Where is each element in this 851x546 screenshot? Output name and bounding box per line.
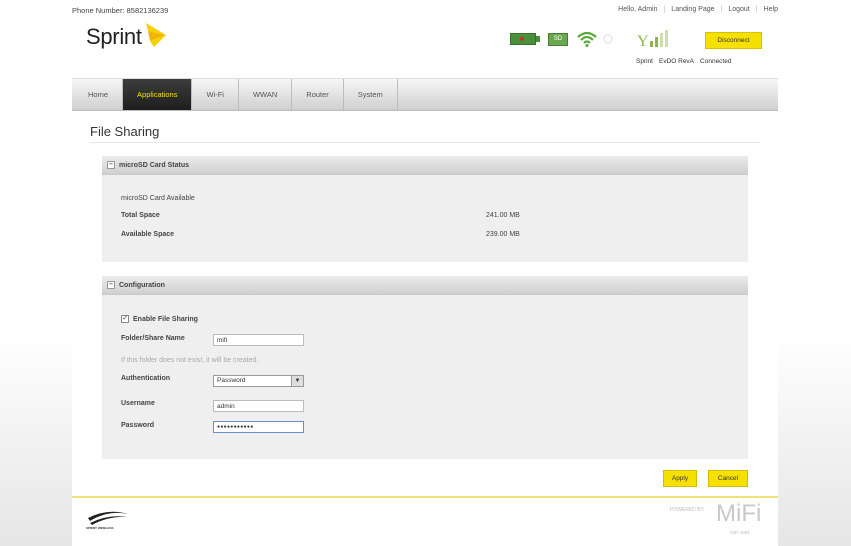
collapse-icon[interactable]: – [107, 161, 115, 169]
network-status: Sprint EvDO RevA Connected [636, 58, 737, 65]
footer-brand-text: SPRINT WIRELESS [86, 526, 114, 530]
sd-status-panel: – microSD Card Status microSD Card Avail… [102, 156, 748, 262]
connection-status: Connected [700, 58, 732, 65]
configuration-title: Configuration [119, 281, 165, 289]
tab-home[interactable]: Home [72, 79, 124, 110]
tab-router[interactable]: Router [292, 79, 344, 110]
wifi-icon [577, 31, 597, 47]
password-label: Password [121, 422, 155, 429]
status-icons: ♥ SD Y [510, 29, 669, 49]
top-links: Hello, Admin | Landing Page | Logout | H… [618, 6, 778, 13]
available-space-label: Available Space [121, 231, 175, 238]
svg-text:Y: Y [637, 33, 649, 49]
divider: | [720, 6, 723, 13]
greeting: Hello, Admin [618, 6, 658, 13]
available-space-value: 239.00 MB [486, 231, 520, 238]
divider: | [755, 6, 758, 13]
username-label: Username [121, 400, 155, 407]
phone-number: Phone Number: 8582136239 [72, 6, 169, 15]
mifi-logo: MiFi [716, 500, 762, 527]
logo-text: Sprint [86, 24, 142, 49]
sprint-wireless-logo-icon [88, 511, 128, 525]
sd-availability: microSD Card Available [121, 195, 195, 202]
share-name-label: Folder/Share Name [121, 335, 185, 342]
battery-icon: ♥ [510, 33, 540, 45]
authentication-select[interactable]: Password ▼ [213, 375, 304, 387]
password-input[interactable]: ●●●●●●●●●●● [213, 421, 304, 433]
cancel-button[interactable]: Cancel [708, 470, 748, 487]
page-title: File Sharing [90, 124, 160, 139]
help-link[interactable]: Help [764, 6, 778, 13]
authentication-label: Authentication [121, 375, 170, 382]
enable-file-sharing-label: Enable File Sharing [133, 315, 198, 323]
powered-by-text: POWERED BY [670, 507, 704, 513]
share-name-input[interactable] [213, 334, 304, 346]
main-nav: Home Applications Wi-Fi WWAN Router Syst… [72, 78, 778, 111]
app-shell: Phone Number: 8582136239 Hello, Admin | … [72, 0, 778, 546]
apply-button[interactable]: Apply [663, 470, 697, 487]
username-input[interactable] [213, 400, 304, 412]
footer: SPRINT WIRELESS POWERED BY MiFi MiFi 408… [72, 498, 778, 546]
sd-card-icon: SD [548, 32, 568, 46]
sprint-wing-icon [145, 23, 166, 47]
chevron-down-icon: ▼ [291, 376, 303, 386]
logout-link[interactable]: Logout [728, 6, 749, 13]
configuration-header: – Configuration [102, 276, 748, 295]
sd-status-header: – microSD Card Status [102, 156, 748, 175]
collapse-icon[interactable]: – [107, 281, 115, 289]
total-space-label: Total Space [121, 212, 160, 219]
model-number: MiFi 4082 [730, 530, 750, 535]
tab-applications[interactable]: Applications [123, 79, 193, 110]
tab-wwan[interactable]: WWAN [239, 79, 293, 110]
title-divider [90, 142, 760, 143]
sprint-logo: Sprint [86, 23, 170, 50]
divider: | [663, 6, 666, 13]
disconnect-button[interactable]: Disconnect [705, 32, 762, 49]
enable-file-sharing-row: ✓ Enable File Sharing [121, 315, 198, 323]
signal-strength-icon: Y [637, 30, 668, 49]
tab-system[interactable]: System [344, 79, 398, 110]
sd-status-title: microSD Card Status [119, 161, 190, 169]
authentication-value: Password [217, 377, 246, 384]
network-technology: EvDO RevA [658, 58, 695, 65]
enable-file-sharing-checkbox[interactable]: ✓ [121, 315, 129, 323]
configuration-panel: – Configuration ✓ Enable File Sharing Fo… [102, 276, 748, 459]
gps-icon [603, 34, 613, 44]
carrier-name: Sprint [636, 58, 653, 65]
share-name-hint: If this folder does not exist, it will b… [121, 357, 259, 364]
total-space-value: 241.00 MB [486, 212, 520, 219]
landing-page-link[interactable]: Landing Page [671, 6, 714, 13]
tab-wifi[interactable]: Wi-Fi [192, 79, 239, 110]
